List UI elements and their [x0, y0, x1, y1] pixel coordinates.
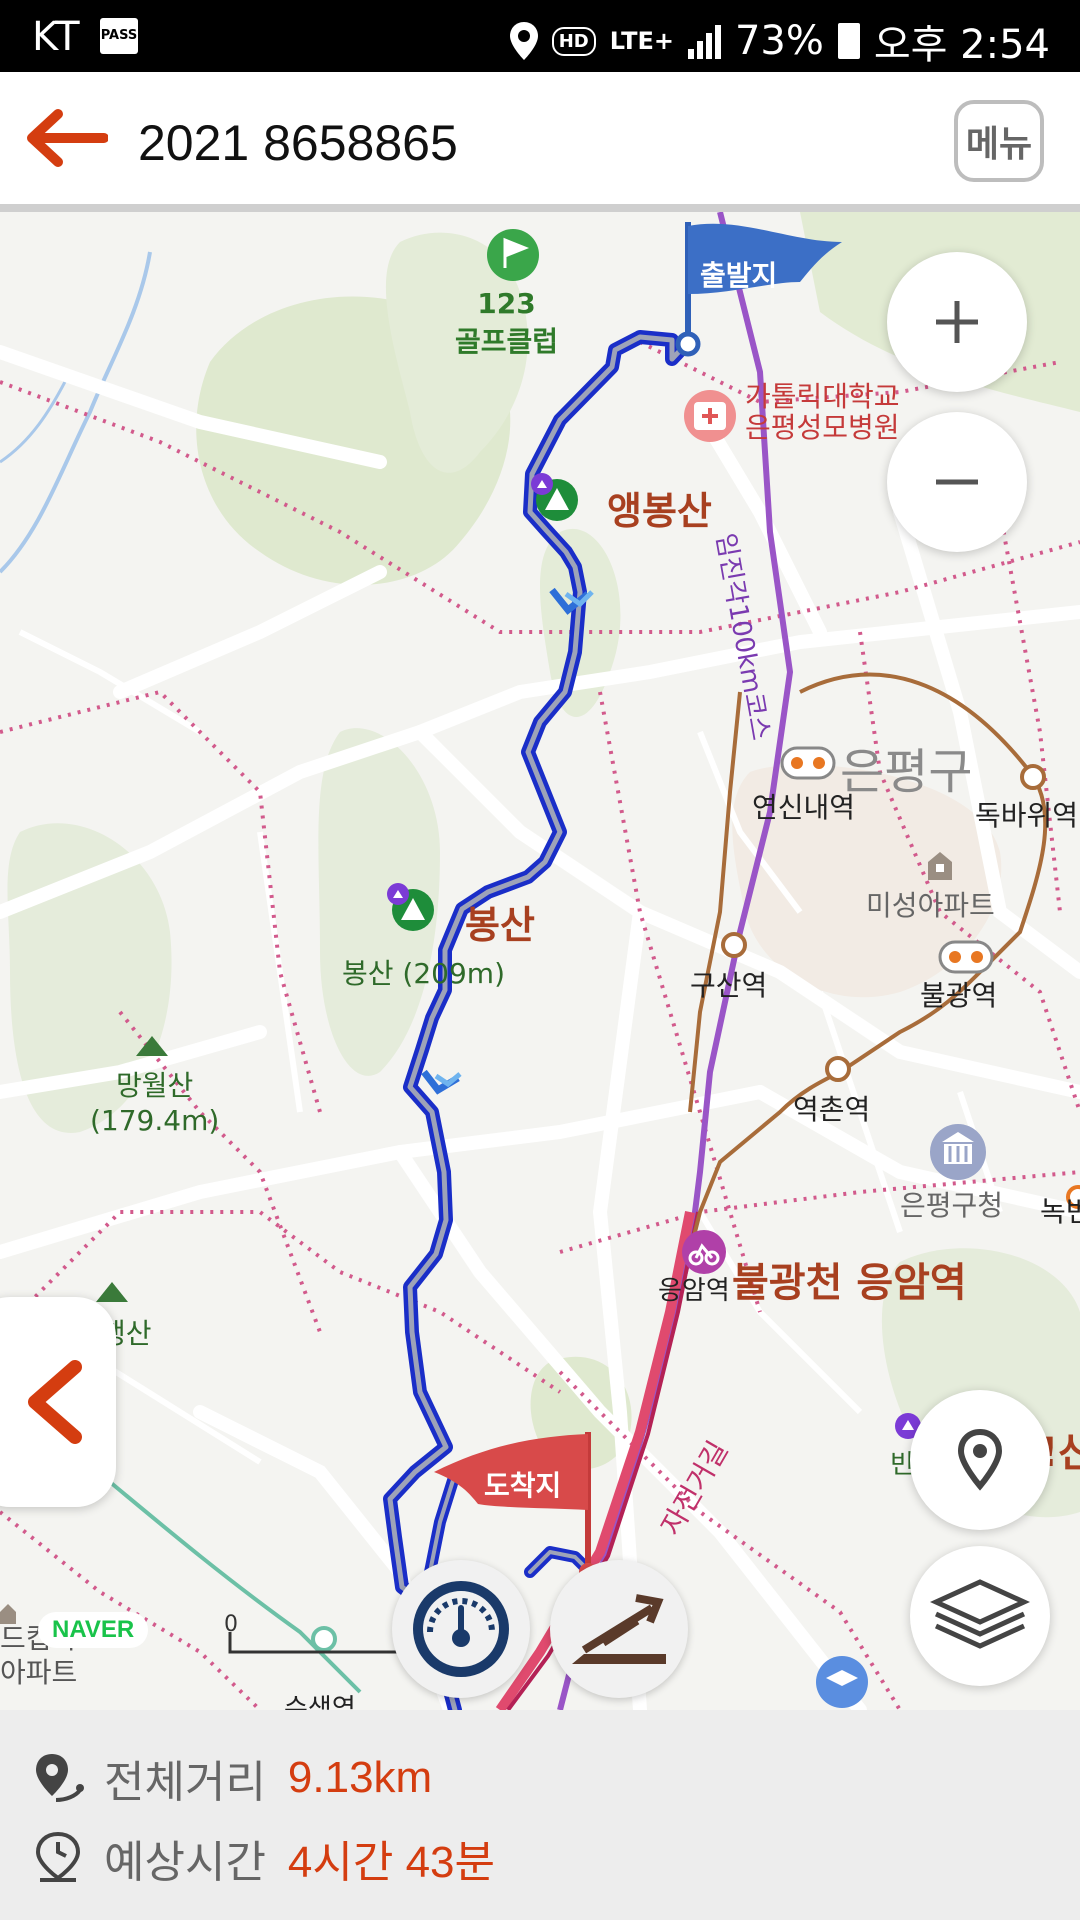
- government-office-label: 은평구청: [900, 1189, 1004, 1222]
- location-icon: [509, 22, 538, 60]
- zoom-out-button[interactable]: [887, 412, 1027, 552]
- incline-icon: [572, 1594, 666, 1664]
- clock: 오후 2:54: [873, 22, 1050, 68]
- elevation-profile-button[interactable]: [550, 1560, 688, 1698]
- network-type: LTE+: [609, 27, 674, 55]
- layers-button[interactable]: [910, 1546, 1050, 1686]
- back-arrow-icon[interactable]: [24, 108, 108, 168]
- time-value: 4시간 43분: [287, 1838, 495, 1887]
- bottom-center-label: 수색역: [284, 1694, 356, 1710]
- route-title: 2021 8658865: [138, 115, 458, 171]
- station-eungam: 응암역: [658, 1276, 730, 1306]
- battery-percent: 73%: [734, 18, 824, 64]
- mountain-mangwol-label: 망월산 (179.4m): [90, 1069, 220, 1137]
- direction-chevron-icon: [421, 1069, 462, 1095]
- signal-icon: [687, 23, 721, 59]
- rail-line-teal: [108, 1480, 362, 1694]
- golf-course-icon: [487, 229, 539, 281]
- station-dokbawi: 독바위역: [975, 799, 1079, 832]
- map-view[interactable]: 출발지 도착지 123 골프클럽 가톨릭대학교 은평성모병원 앵봉산 봉산 봉산…: [0, 212, 1080, 1710]
- time-label: 예상시간: [104, 1837, 266, 1888]
- bike-route-label: 불광천 응암역: [732, 1260, 967, 1306]
- location-pin-icon: [957, 1428, 1003, 1491]
- distance-pin-icon: [36, 1754, 84, 1802]
- layers-icon: [930, 1579, 1030, 1649]
- pass-badge: PASS: [100, 18, 138, 54]
- building-icon: [0, 1604, 16, 1624]
- scale-label: 0: [224, 1612, 238, 1637]
- apartment-label: 미성아파트: [866, 889, 995, 922]
- station-bulgwang: 불광역: [920, 979, 998, 1012]
- naver-logo: NAVER: [38, 1612, 149, 1648]
- minus-icon: [936, 479, 978, 485]
- menu-button[interactable]: 메뉴: [954, 100, 1044, 182]
- carrier-label: KT: [32, 14, 80, 60]
- clock-icon: [35, 1831, 81, 1882]
- right-edge-label-1: 녹번: [1040, 1195, 1080, 1228]
- distance-value: 9.13km: [287, 1753, 433, 1802]
- station-yeokchon: 역촌역: [793, 1093, 871, 1126]
- station-gusan: 구산역: [690, 969, 768, 1002]
- mountain-bong-label: 봉산: [465, 903, 535, 947]
- plus-icon: [936, 301, 978, 343]
- school-icon: [816, 1656, 868, 1708]
- start-flag-label: 출발지: [700, 259, 778, 292]
- golf-club-label: 123 골프클럽: [455, 287, 559, 358]
- speedometer-icon: [413, 1581, 509, 1677]
- hospital-label: 가톨릭대학교 은평성모병원: [745, 380, 900, 444]
- distance-label: 전체거리: [104, 1757, 266, 1808]
- mountain-aengbong-label: 앵봉산: [607, 489, 712, 533]
- chevron-left-icon: [28, 1360, 82, 1444]
- end-flag-label: 도착지: [484, 1469, 562, 1502]
- speed-settings-button[interactable]: [392, 1560, 530, 1698]
- mountain-icon: [96, 1282, 128, 1302]
- government-office-icon: [930, 1124, 986, 1180]
- bicycle-icon: [682, 1230, 726, 1274]
- app-header: 2021 8658865 메뉴: [0, 72, 1080, 212]
- district-label: 은평구: [840, 744, 973, 800]
- distance-row: 전체거리 9.13km: [30, 1746, 432, 1810]
- hospital-icon: [684, 390, 736, 442]
- status-bar: KT PASS HD LTE+ 73% 오후 2:54: [0, 0, 1080, 72]
- station-yeonsinnae: 연신내역: [752, 791, 856, 824]
- time-row: 예상시간 4시간 43분: [30, 1826, 495, 1890]
- hd-voice-icon: HD: [551, 26, 596, 56]
- route-summary: 전체거리 9.13km 예상시간 4시간 43분: [0, 1710, 1080, 1920]
- battery-icon: [837, 23, 860, 59]
- mountain-bong-height-label: 봉산 (209m): [342, 957, 505, 990]
- side-panel-toggle[interactable]: [0, 1297, 116, 1507]
- my-location-button[interactable]: [910, 1390, 1050, 1530]
- zoom-in-button[interactable]: [887, 252, 1027, 392]
